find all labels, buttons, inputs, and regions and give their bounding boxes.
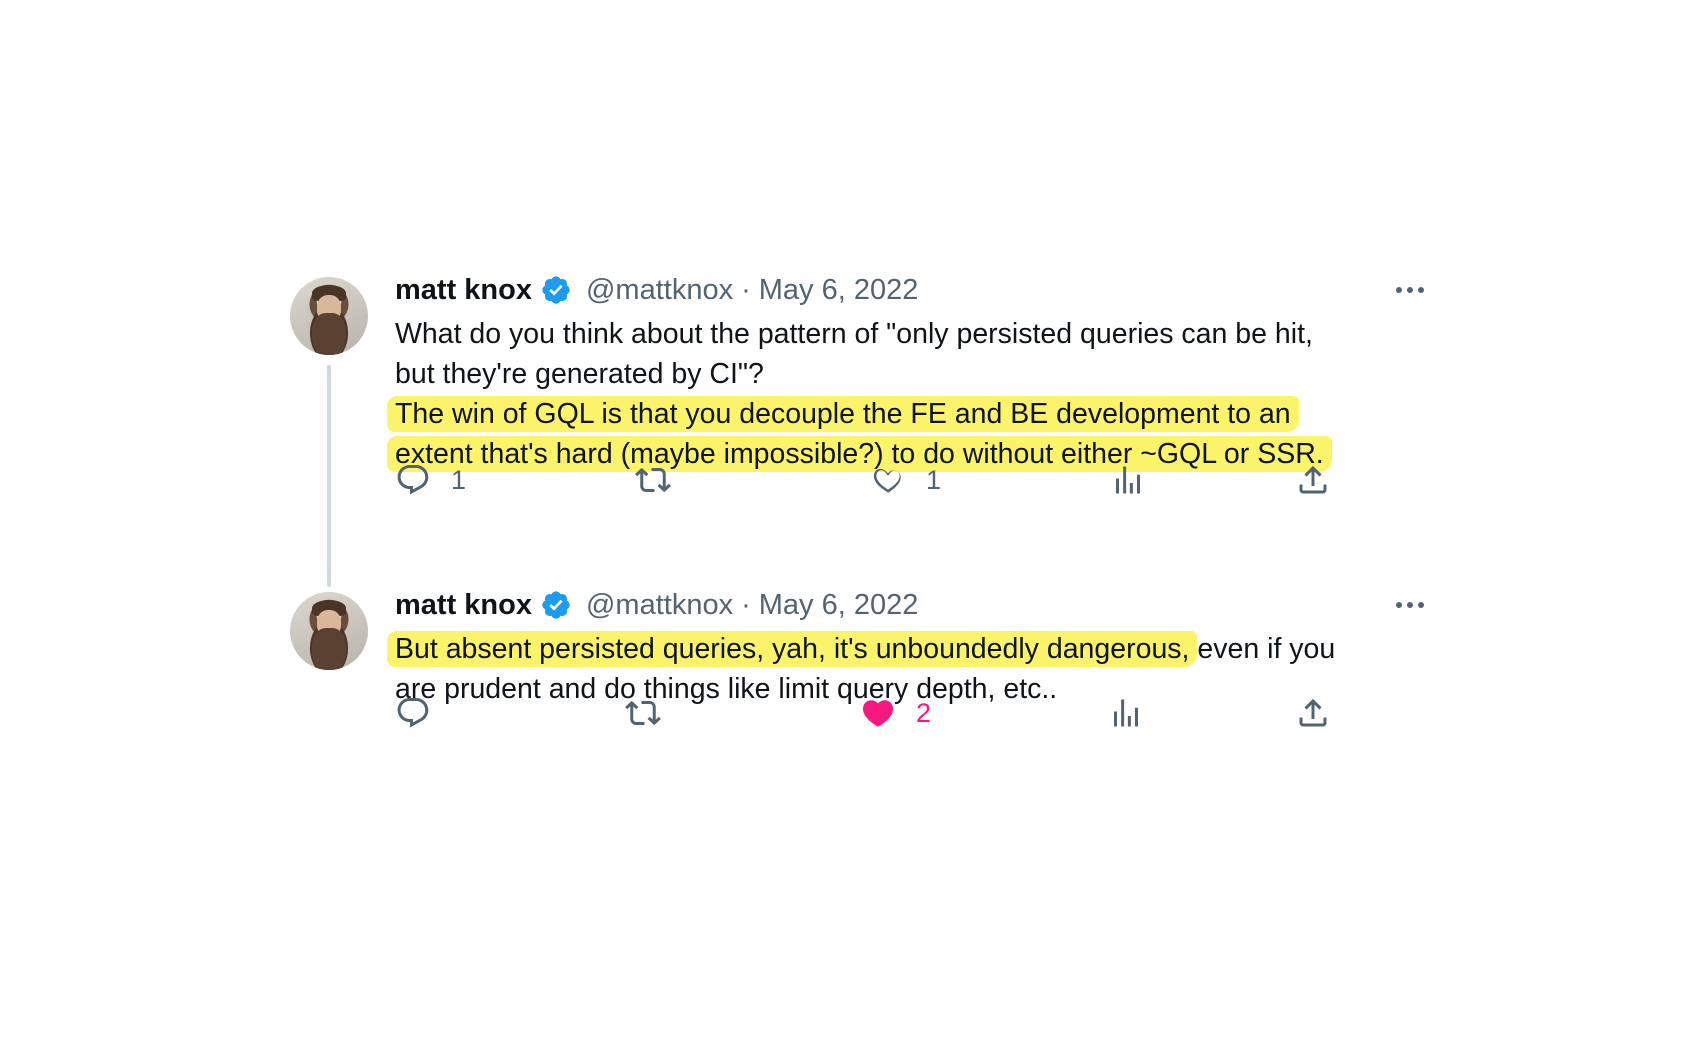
author-handle[interactable]: @mattknox (586, 589, 733, 622)
thread-connector-line (327, 365, 331, 587)
avatar[interactable] (290, 277, 368, 355)
author-name[interactable]: matt knox (395, 589, 532, 622)
retweet-icon (635, 467, 671, 493)
reply-button[interactable] (395, 693, 451, 733)
views-button[interactable] (1108, 693, 1144, 733)
tweet-text-line: but they're generated by CI"? (395, 358, 764, 390)
like-icon (873, 468, 901, 494)
views-icon (1116, 466, 1140, 494)
tweet-header: matt knox @mattknox · May 6, 2022 (395, 270, 1430, 310)
retweet-icon (625, 700, 661, 726)
separator-dot: · (741, 588, 751, 621)
tweet: matt knox @mattknox · May 6, 2022 What d… (290, 270, 1430, 587)
tweet-header: matt knox @mattknox · May 6, 2022 (395, 585, 1430, 625)
share-icon (1299, 465, 1327, 494)
like-button[interactable]: 2 (860, 693, 931, 733)
verified-badge-icon[interactable] (540, 274, 572, 306)
like-icon (862, 700, 894, 727)
tweet-text-line: The win of GQL is that you decouple the … (387, 394, 1430, 434)
reply-icon (397, 465, 429, 495)
views-icon (1114, 699, 1138, 727)
more-icon[interactable] (1390, 585, 1430, 625)
tweet-actions: 1 1 (395, 460, 1430, 500)
reply-button[interactable]: 1 (395, 460, 466, 500)
tweet-text: What do you think about the pattern of "… (387, 314, 1430, 474)
tweet-date[interactable]: May 6, 2022 (759, 274, 919, 307)
avatar-beard (312, 628, 346, 670)
tweet-thread: matt knox @mattknox · May 6, 2022 What d… (290, 270, 1430, 885)
tweet: matt knox @mattknox · May 6, 2022 But ab… (290, 585, 1430, 885)
tweet-body: matt knox @mattknox · May 6, 2022 But ab… (387, 585, 1430, 728)
tweet-text-rest: even if you (1189, 633, 1336, 665)
tweet-text-line: But absent persisted queries, yah, it's … (387, 629, 1430, 669)
highlighted-text: The win of GQL is that you decouple the … (387, 396, 1299, 432)
like-button[interactable]: 1 (870, 460, 941, 500)
retweet-button[interactable] (635, 460, 691, 500)
author-handle[interactable]: @mattknox (586, 274, 733, 307)
verified-badge-icon[interactable] (540, 589, 572, 621)
share-icon (1299, 698, 1327, 727)
like-count: 1 (926, 464, 942, 495)
more-icon[interactable] (1390, 270, 1430, 310)
like-count: 2 (916, 697, 932, 728)
retweet-button[interactable] (625, 693, 681, 733)
author-name[interactable]: matt knox (395, 274, 532, 307)
tweet-text-line: What do you think about the pattern of "… (395, 318, 1313, 350)
tweet-body: matt knox @mattknox · May 6, 2022 What d… (387, 270, 1430, 495)
tweet-date[interactable]: May 6, 2022 (759, 589, 919, 622)
reply-icon (397, 698, 429, 728)
avatar[interactable] (290, 592, 368, 670)
views-button[interactable] (1110, 460, 1146, 500)
tweet-actions: 2 (395, 693, 1430, 733)
share-button[interactable] (1295, 460, 1331, 500)
highlighted-text: But absent persisted queries, yah, it's … (387, 631, 1198, 667)
avatar-beard (312, 313, 346, 355)
reply-count: 1 (451, 464, 467, 495)
share-button[interactable] (1295, 693, 1331, 733)
separator-dot: · (741, 273, 751, 306)
